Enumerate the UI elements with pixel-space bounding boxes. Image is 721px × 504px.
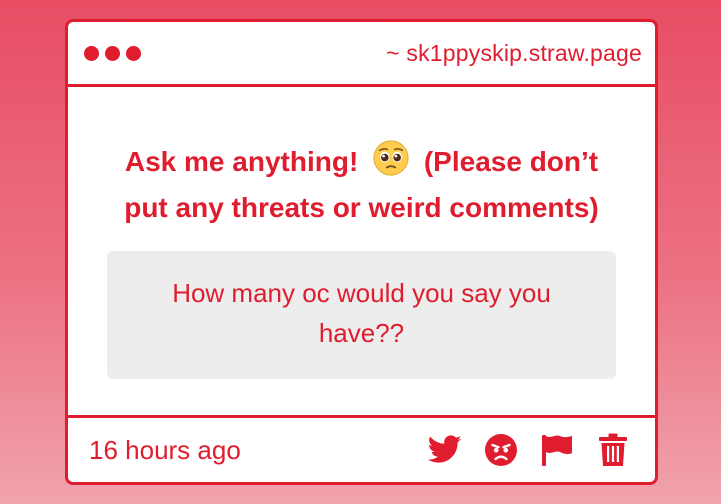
pleading-face-emoji-icon [373,140,409,176]
card-footer: 16 hours ago [68,418,655,482]
timestamp: 16 hours ago [89,434,241,465]
card-content: Ask me anything! (Please don’t put any t… [68,87,655,418]
window-dot [126,45,141,61]
question-box: How many oc would you say you have?? [107,251,616,379]
action-icons [428,433,630,467]
twitter-icon [428,435,462,463]
ask-prompt: Ask me anything! (Please don’t put any t… [107,139,616,231]
prompt-text-start: Ask me anything! [124,146,359,177]
window-dot [105,45,120,61]
twitter-share-button[interactable] [428,433,462,467]
window-dot [84,45,99,61]
page-url[interactable]: ~ sk1ppyskip.straw.page [386,40,642,67]
react-button[interactable] [484,433,518,467]
report-button[interactable] [540,433,574,467]
trash-icon [599,433,627,466]
delete-button[interactable] [596,433,630,467]
window-titlebar: ~ sk1ppyskip.straw.page [68,22,655,87]
question-card: ~ sk1ppyskip.straw.page Ask me anything!… [65,19,658,485]
flag-icon [542,435,572,466]
window-dots [84,45,141,61]
angry-face-icon [485,434,517,466]
question-text: How many oc would you say you have?? [172,278,551,348]
